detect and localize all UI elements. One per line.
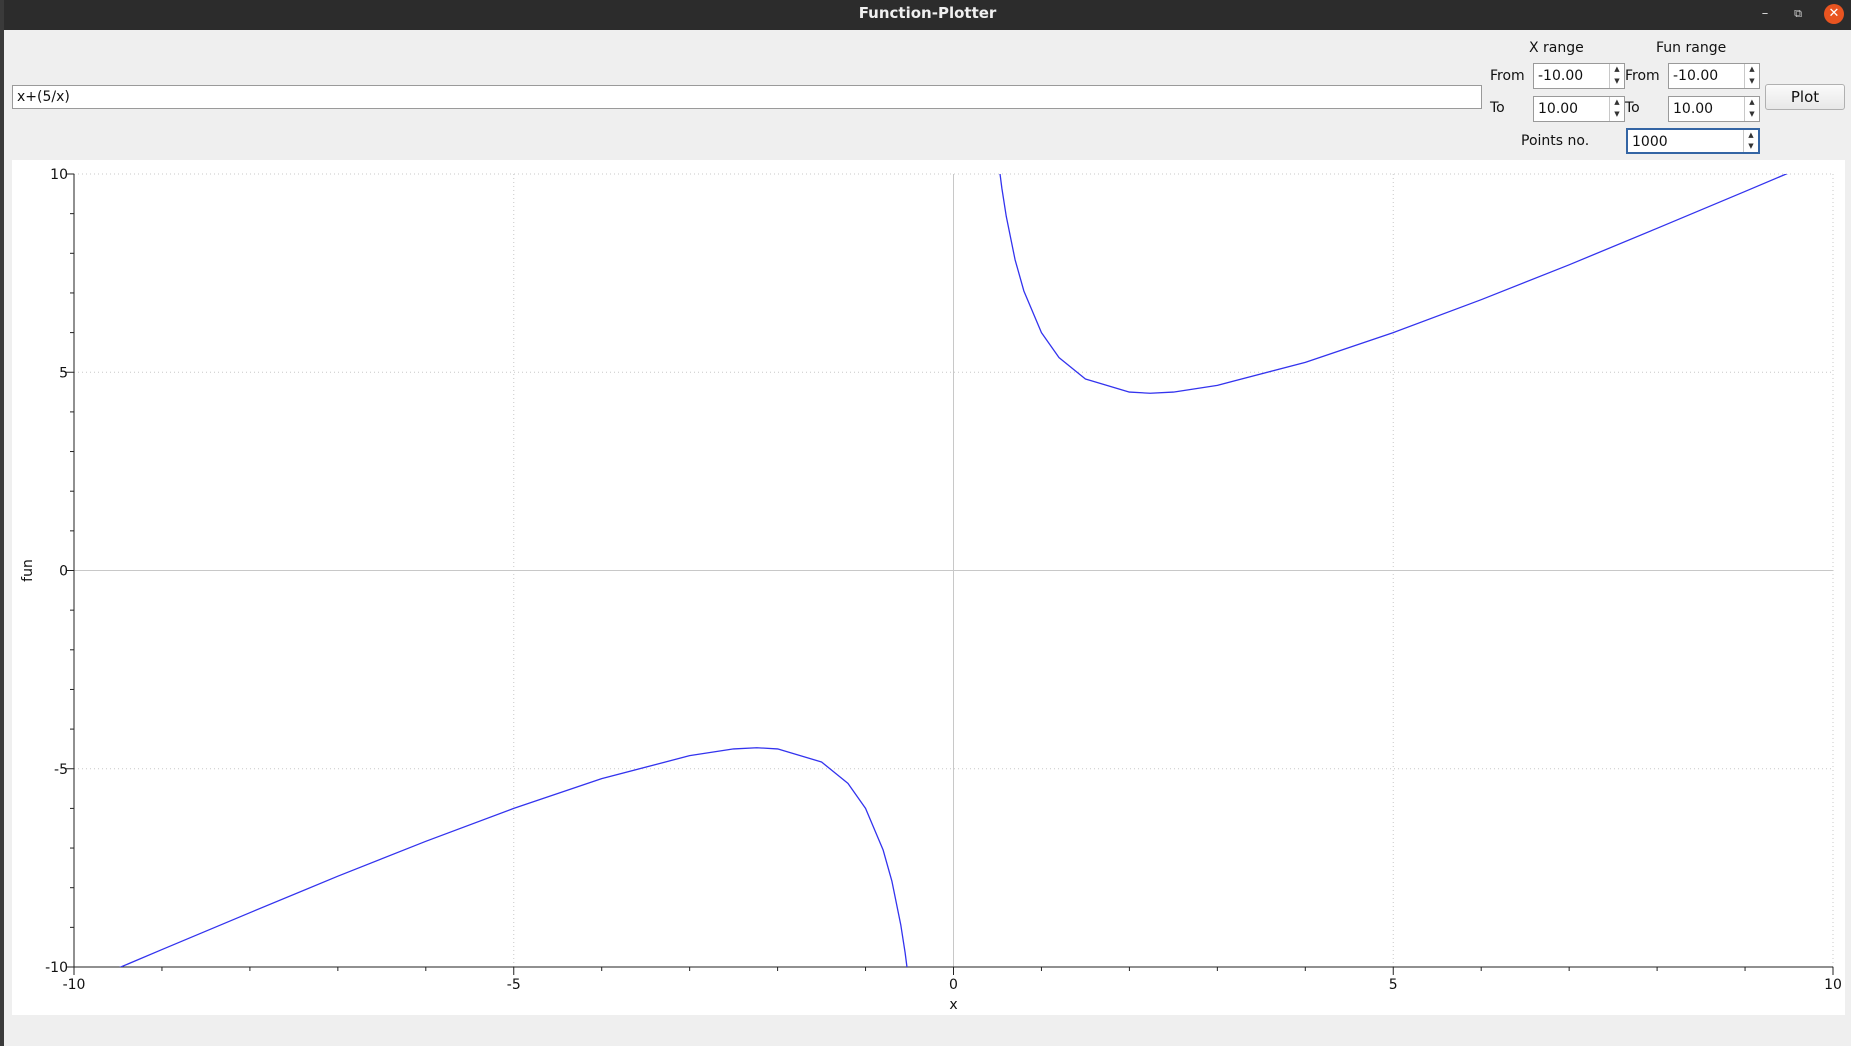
maximize-icon[interactable]: ⧉ <box>1788 4 1808 24</box>
spin-up-icon[interactable]: ▲ <box>1610 64 1624 76</box>
x-tick-label: 0 <box>949 977 958 993</box>
plot-button[interactable]: Plot <box>1765 84 1845 110</box>
fun-from-arrows: ▲ ▼ <box>1744 64 1759 88</box>
spin-down-icon[interactable]: ▼ <box>1610 109 1624 121</box>
spin-down-icon[interactable]: ▼ <box>1610 76 1624 88</box>
spin-up-icon[interactable]: ▲ <box>1610 97 1624 109</box>
spin-up-icon[interactable]: ▲ <box>1745 64 1759 76</box>
title-bar[interactable]: Function-Plotter – ⧉ ✕ <box>4 0 1851 30</box>
x-tick-label: 10 <box>1824 977 1842 993</box>
x-from-spinbox[interactable]: -10.00 ▲ ▼ <box>1533 63 1625 89</box>
app-window: Function-Plotter – ⧉ ✕ x+(5/x) X range F… <box>4 0 1851 1046</box>
spin-down-icon[interactable]: ▼ <box>1745 76 1759 88</box>
y-tick-label: -5 <box>54 762 68 778</box>
fun-to-label: To <box>1625 100 1640 116</box>
plot-area: -10 -5 0 5 10 -10 -5 0 5 10 x fun <box>12 160 1845 1015</box>
x-tick-label: -5 <box>507 977 521 993</box>
x-tick-label: 5 <box>1389 977 1398 993</box>
function-chart: -10 -5 0 5 10 -10 -5 0 5 10 x fun <box>20 167 1842 1013</box>
x-to-value: 10.00 <box>1538 101 1579 117</box>
fun-from-spinbox[interactable]: -10.00 ▲ ▼ <box>1668 63 1760 89</box>
close-icon[interactable]: ✕ <box>1824 4 1844 24</box>
y-axis-label: fun <box>20 559 36 582</box>
points-arrows: ▲ ▼ <box>1743 130 1758 152</box>
fun-from-value: -10.00 <box>1673 68 1719 84</box>
fun-to-value: 10.00 <box>1673 101 1714 117</box>
x-to-label: To <box>1490 100 1505 116</box>
fun-to-arrows: ▲ ▼ <box>1744 97 1759 121</box>
y-tick-label: -10 <box>45 960 68 976</box>
y-tick-label: 0 <box>59 564 68 580</box>
spin-down-icon[interactable]: ▼ <box>1745 109 1759 121</box>
spin-down-icon[interactable]: ▼ <box>1744 141 1758 152</box>
minimize-icon[interactable]: – <box>1755 4 1775 24</box>
fun-to-spinbox[interactable]: 10.00 ▲ ▼ <box>1668 96 1760 122</box>
points-value: 1000 <box>1632 134 1668 150</box>
y-tick-label: 5 <box>59 365 68 381</box>
x-from-value: -10.00 <box>1538 68 1584 84</box>
y-tick-label: 10 <box>50 167 68 183</box>
points-spinbox[interactable]: 1000 ▲ ▼ <box>1626 128 1760 154</box>
spin-up-icon[interactable]: ▲ <box>1744 130 1758 141</box>
window-title: Function-Plotter <box>858 4 997 22</box>
points-label: Points no. <box>1521 133 1590 149</box>
x-axis-label: x <box>949 997 957 1013</box>
expression-input[interactable]: x+(5/x) <box>12 85 1482 109</box>
x-range-label: X range <box>1529 40 1584 56</box>
x-to-spinbox[interactable]: 10.00 ▲ ▼ <box>1533 96 1625 122</box>
spin-up-icon[interactable]: ▲ <box>1745 97 1759 109</box>
fun-range-label: Fun range <box>1656 40 1727 56</box>
x-from-label: From <box>1490 68 1525 84</box>
x-to-arrows: ▲ ▼ <box>1609 97 1624 121</box>
x-tick-label: -10 <box>63 977 86 993</box>
x-from-arrows: ▲ ▼ <box>1609 64 1624 88</box>
fun-from-label: From <box>1625 68 1660 84</box>
